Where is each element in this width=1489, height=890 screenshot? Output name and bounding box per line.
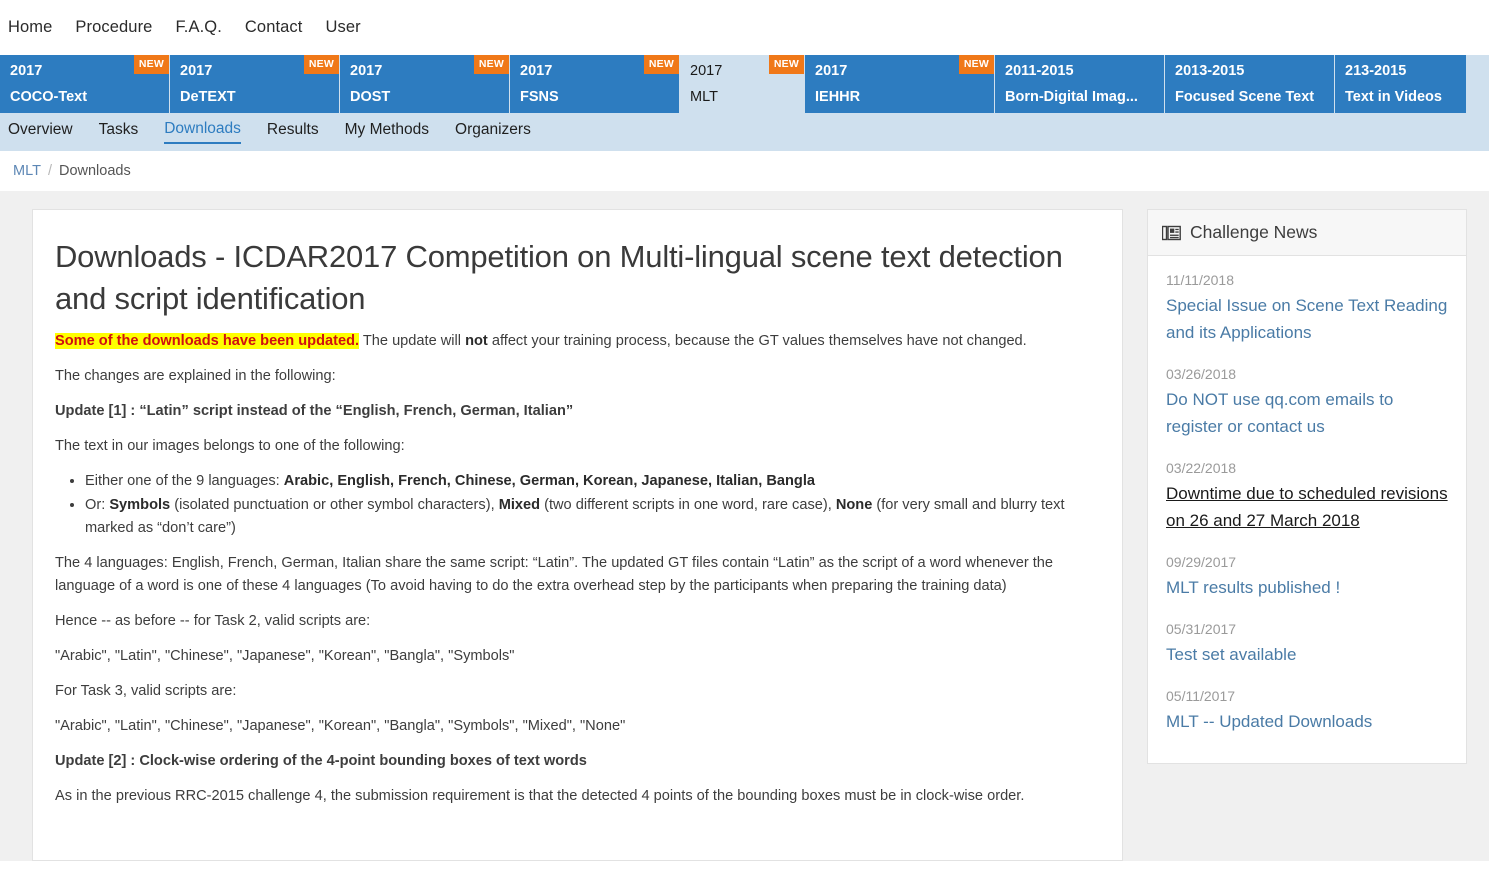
changes-intro: The changes are explained in the followi…	[55, 368, 336, 384]
bullet-1-lead: Either one of the 9 languages:	[85, 473, 284, 489]
update-1-heading: Update [1] : “Latin” script instead of t…	[55, 403, 574, 419]
tab-organizers[interactable]: Organizers	[455, 121, 531, 143]
section-navigation-bar: Overview Tasks Downloads Results My Meth…	[0, 113, 1489, 151]
breadcrumb-root[interactable]: MLT	[13, 163, 41, 179]
task2-scripts: "Arabic", "Latin", "Chinese", "Japanese"…	[55, 648, 515, 664]
topnav-item-faq[interactable]: F.A.Q.	[175, 18, 221, 37]
update-notice-text-1: The update will	[359, 333, 466, 349]
news-item: 09/29/2017 MLT results published !	[1166, 552, 1450, 601]
new-badge: NEW	[643, 55, 679, 74]
challenge-tab-year: 2013-2015	[1175, 63, 1245, 79]
news-item-link[interactable]: Test set available	[1166, 641, 1450, 668]
challenge-news-panel: Challenge News 11/11/2018 Special Issue o…	[1147, 209, 1467, 764]
topnav-item-home[interactable]: Home	[8, 18, 52, 37]
four-languages-paragraph: The 4 languages: English, French, German…	[55, 555, 1054, 594]
task3-intro: For Task 3, valid scripts are:	[55, 683, 237, 699]
news-item-link[interactable]: Downtime due to scheduled revisions on 2…	[1166, 480, 1450, 534]
challenge-news-header: Challenge News	[1148, 210, 1466, 256]
bullet-2-none: None	[835, 497, 873, 513]
update-2-heading: Update [2] : Clock-wise ordering of the …	[55, 753, 587, 769]
breadcrumb-current: Downloads	[58, 163, 131, 179]
new-badge: NEW	[303, 55, 339, 74]
breadcrumb-separator: /	[47, 163, 52, 179]
challenge-tab-dost[interactable]: 2017 DOST NEW	[340, 55, 510, 113]
page-title: Downloads - ICDAR2017 Competition on Mul…	[55, 239, 1063, 316]
update-notice: Some of the downloads have been updated.…	[55, 330, 1098, 353]
challenge-tab-focused-scene-text[interactable]: 2013-2015 Focused Scene Text	[1165, 55, 1335, 113]
challenge-tab-strip: 2017 COCO-Text NEW 2017 DeTEXT NEW 2017 DOST NEW…	[0, 55, 1489, 113]
bullet-2-text-1: (isolated punctuation or other symbol ch…	[170, 497, 499, 513]
main-content-panel: Downloads - ICDAR2017 Competition on Mul…	[32, 209, 1123, 861]
breadcrumb: MLT / Downloads	[0, 151, 1489, 191]
page-body: Downloads - ICDAR2017 Competition on Mul…	[0, 191, 1489, 861]
top-navigation-bar: Home Procedure F.A.Q. Contact User	[0, 0, 1489, 55]
news-item: 11/11/2018 Special Issue on Scene Text Re…	[1166, 270, 1450, 346]
challenge-tab-year: 213-2015	[1345, 63, 1407, 79]
challenge-tab-name: Focused Scene Text	[1175, 89, 1315, 105]
tab-my-methods[interactable]: My Methods	[345, 121, 429, 143]
challenge-tab-name: MLT	[690, 89, 718, 105]
challenge-tab-name: DOST	[350, 89, 391, 105]
tab-results[interactable]: Results	[267, 121, 319, 143]
update-notice-text-2: affect your training process, because th…	[487, 333, 1027, 349]
news-item: 05/11/2017 MLT -- Updated Downloads	[1166, 686, 1450, 735]
list-item: Or: Symbols (isolated punctuation or oth…	[85, 494, 1098, 540]
news-item-link[interactable]: MLT -- Updated Downloads	[1166, 708, 1450, 735]
news-item-date: 11/11/2018	[1166, 272, 1234, 288]
bullet-2-mixed: Mixed	[498, 497, 541, 513]
language-list: Either one of the 9 languages: Arabic, E…	[85, 470, 1098, 540]
news-item-link[interactable]: Special Issue on Scene Text Reading and …	[1166, 292, 1450, 346]
challenge-tab-coco-text[interactable]: 2017 COCO-Text NEW	[0, 55, 170, 113]
news-item-date: 03/26/2018	[1166, 366, 1237, 382]
clockwise-paragraph: As in the previous RRC-2015 challenge 4,…	[55, 788, 1025, 804]
news-item-date: 09/29/2017	[1166, 554, 1237, 570]
challenge-tab-fsns[interactable]: 2017 FSNS NEW	[510, 55, 680, 113]
bullet-2-symbols: Symbols	[109, 497, 171, 513]
challenge-tab-mlt[interactable]: 2017 MLT NEW	[680, 55, 805, 113]
challenge-tab-name: Text in Videos	[1345, 89, 1442, 105]
tab-tasks[interactable]: Tasks	[99, 121, 139, 143]
new-badge: NEW	[768, 55, 804, 74]
task3-scripts: "Arabic", "Latin", "Chinese", "Japanese"…	[55, 718, 626, 734]
challenge-tab-name: DeTEXT	[180, 89, 236, 105]
topnav-item-user[interactable]: User	[325, 18, 360, 37]
update-notice-bold: not	[465, 333, 488, 349]
bullet-2-text-2: (two different scripts in one word, rare…	[540, 497, 836, 513]
news-item: 03/26/2018 Do NOT use qq.com emails to re…	[1166, 364, 1450, 440]
news-item-link[interactable]: Do NOT use qq.com emails to register or …	[1166, 386, 1450, 440]
tab-overview[interactable]: Overview	[8, 121, 73, 143]
challenge-news-title: Challenge News	[1190, 222, 1318, 242]
challenge-tab-name: Born-Digital Imag...	[1005, 89, 1138, 105]
topnav-item-contact[interactable]: Contact	[245, 18, 303, 37]
newspaper-icon	[1162, 225, 1181, 241]
list-item: Either one of the 9 languages: Arabic, E…	[85, 470, 1098, 493]
challenge-news-list: 11/11/2018 Special Issue on Scene Text Re…	[1148, 256, 1466, 763]
challenge-tab-name: COCO-Text	[10, 89, 88, 105]
news-item-date: 05/31/2017	[1166, 621, 1237, 637]
bullet-2-lead: Or:	[85, 497, 110, 513]
new-badge: NEW	[133, 55, 169, 74]
challenge-tab-name: FSNS	[520, 89, 559, 105]
update-notice-highlight: Some of the downloads have been updated.	[55, 333, 360, 349]
news-item-link[interactable]: MLT results published !	[1166, 574, 1450, 601]
new-badge: NEW	[958, 55, 994, 74]
challenge-tab-born-digital-imag[interactable]: 2011-2015 Born-Digital Imag...	[995, 55, 1165, 113]
news-item-date: 05/11/2017	[1166, 688, 1236, 704]
challenge-tab-iehhr[interactable]: 2017 IEHHR NEW	[805, 55, 995, 113]
challenge-tab-detext[interactable]: 2017 DeTEXT NEW	[170, 55, 340, 113]
task2-intro: Hence -- as before -- for Task 2, valid …	[55, 613, 371, 629]
news-item: 05/31/2017 Test set available	[1166, 619, 1450, 668]
tab-downloads[interactable]: Downloads	[164, 120, 241, 144]
topnav-item-procedure[interactable]: Procedure	[75, 18, 152, 37]
belongs-intro: The text in our images belongs to one of…	[55, 438, 405, 454]
challenge-tab-text-in-videos[interactable]: 213-2015 Text in Videos	[1335, 55, 1467, 113]
new-badge: NEW	[473, 55, 509, 74]
news-item: 03/22/2018 Downtime due to scheduled revi…	[1166, 458, 1450, 534]
news-item-date: 03/22/2018	[1166, 460, 1237, 476]
challenge-tab-year: 2011-2015	[1005, 63, 1074, 79]
challenge-tab-name: IEHHR	[815, 89, 861, 105]
bullet-1-languages: Arabic, English, French, Chinese, German…	[283, 473, 816, 489]
